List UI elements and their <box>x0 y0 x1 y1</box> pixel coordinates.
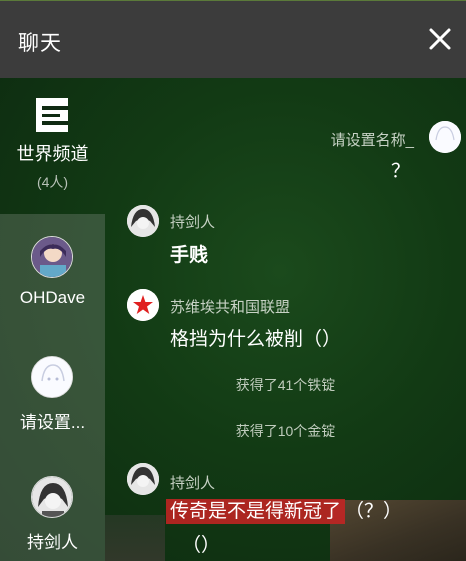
sidebar-item-ohdave[interactable]: OHDave <box>0 230 105 320</box>
message-sender: 持剑人 <box>170 214 216 231</box>
close-button[interactable] <box>422 21 458 57</box>
message-text: ？ <box>390 161 410 182</box>
message-text-rest: （？） <box>345 501 403 522</box>
sidebar-item-label: 持剑人 <box>27 533 78 552</box>
message-text-line2: （） <box>182 535 221 556</box>
avatar <box>31 476 73 518</box>
title-bar: 聊天 <box>0 0 466 78</box>
sidebar-item-unnamed[interactable]: 请设置... <box>0 350 105 440</box>
world-channel-count: (4人) <box>36 174 69 190</box>
message-sender: 请设置名称_ <box>330 132 414 149</box>
system-message: 获得了41个铁锭 <box>235 377 336 393</box>
message-text: 格挡为什么被削（） <box>170 329 342 350</box>
avatar[interactable] <box>429 121 461 153</box>
close-icon <box>429 28 451 50</box>
avatar <box>31 236 73 278</box>
system-message: 获得了10个金锭 <box>235 423 336 439</box>
window-title: 聊天 <box>18 32 62 55</box>
avatar[interactable] <box>127 463 159 495</box>
message-text: 传奇是不是得新冠了 （？） <box>166 496 403 524</box>
world-channel-label: 世界频道 <box>16 144 89 164</box>
sidebar-item-label: OHDave <box>19 288 86 307</box>
message-sender: 苏维埃共和国联盟 <box>170 299 291 316</box>
world-channel-icon <box>36 98 68 132</box>
sidebar-item-label: 请设置... <box>19 413 86 432</box>
message-text: 手贱 <box>170 245 209 266</box>
avatar <box>31 356 73 398</box>
avatar[interactable] <box>127 289 159 321</box>
background-floor-left <box>105 515 165 561</box>
sidebar-item-sword-bearer[interactable]: 持剑人 <box>0 470 105 561</box>
highlighted-text: 传奇是不是得新冠了 <box>166 499 346 524</box>
avatar[interactable] <box>127 205 159 237</box>
message-sender: 持剑人 <box>170 475 216 492</box>
